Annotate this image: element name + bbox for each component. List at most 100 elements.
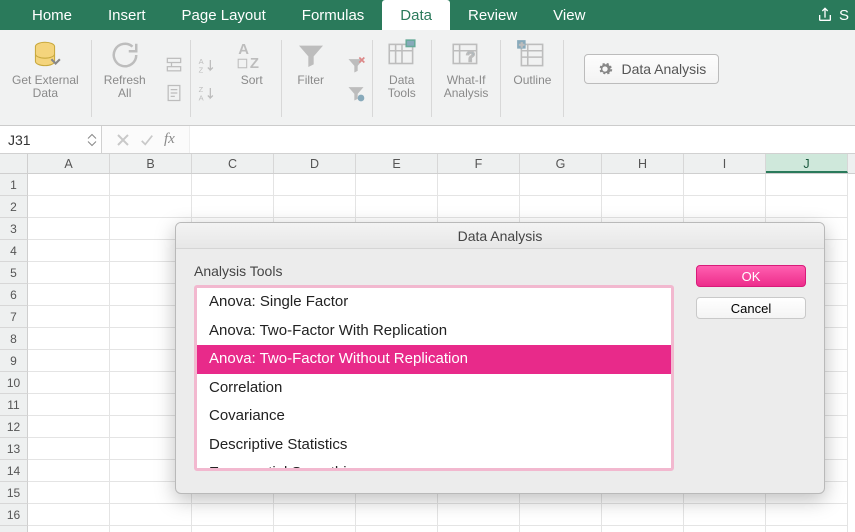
cell[interactable]	[110, 526, 192, 532]
cell[interactable]	[28, 526, 110, 532]
name-box[interactable]: J31	[0, 126, 102, 153]
tab-page-layout[interactable]: Page Layout	[164, 0, 284, 30]
row-header[interactable]: 13	[0, 438, 28, 460]
cell[interactable]	[356, 196, 438, 218]
column-header[interactable]: H	[602, 154, 684, 173]
cell[interactable]	[110, 504, 192, 526]
cell[interactable]	[28, 174, 110, 196]
chevron-up-icon[interactable]	[87, 133, 97, 140]
formula-input[interactable]	[189, 126, 855, 153]
cell[interactable]	[28, 372, 110, 394]
select-all-corner[interactable]	[0, 154, 28, 173]
outline-button[interactable]: + Outline	[509, 36, 555, 89]
cell[interactable]	[192, 196, 274, 218]
cell[interactable]	[28, 262, 110, 284]
cell[interactable]	[28, 284, 110, 306]
list-item[interactable]: Anova: Single Factor	[197, 288, 671, 317]
cell[interactable]	[684, 196, 766, 218]
properties-button[interactable]	[160, 81, 188, 105]
column-header[interactable]: B	[110, 154, 192, 173]
cell[interactable]	[602, 526, 684, 532]
tab-home[interactable]: Home	[14, 0, 90, 30]
list-item[interactable]: Anova: Two-Factor Without Replication	[197, 345, 671, 374]
cell[interactable]	[28, 196, 110, 218]
row-header[interactable]: 8	[0, 328, 28, 350]
cell[interactable]	[684, 174, 766, 196]
list-item[interactable]: Correlation	[197, 374, 671, 403]
cell[interactable]	[602, 174, 684, 196]
cell[interactable]	[28, 240, 110, 262]
tab-formulas[interactable]: Formulas	[284, 0, 383, 30]
column-header[interactable]: J	[766, 154, 848, 173]
accept-edit-icon[interactable]	[140, 133, 154, 147]
row-header[interactable]: 6	[0, 284, 28, 306]
cell[interactable]	[766, 526, 848, 532]
cell[interactable]	[766, 504, 848, 526]
data-analysis-button[interactable]: Data Analysis	[584, 54, 719, 84]
cell[interactable]	[28, 328, 110, 350]
sort-asc-button[interactable]: AZ	[193, 53, 221, 77]
share-button[interactable]: S	[817, 0, 849, 30]
cell[interactable]	[520, 526, 602, 532]
row-header[interactable]: 9	[0, 350, 28, 372]
advanced-filter-button[interactable]	[342, 81, 370, 105]
tab-review[interactable]: Review	[450, 0, 535, 30]
column-header[interactable]: G	[520, 154, 602, 173]
list-item[interactable]: Anova: Two-Factor With Replication	[197, 317, 671, 346]
cell[interactable]	[110, 196, 192, 218]
row-header[interactable]: 1	[0, 174, 28, 196]
row-header[interactable]: 12	[0, 416, 28, 438]
cell[interactable]	[28, 504, 110, 526]
list-item[interactable]: Covariance	[197, 402, 671, 431]
list-item[interactable]: Descriptive Statistics	[197, 431, 671, 460]
row-header[interactable]: 2	[0, 196, 28, 218]
column-header[interactable]: D	[274, 154, 356, 173]
sort-button[interactable]: AZ Sort	[231, 36, 273, 89]
cell[interactable]	[274, 526, 356, 532]
row-header[interactable]: 3	[0, 218, 28, 240]
column-header[interactable]: A	[28, 154, 110, 173]
cell[interactable]	[192, 504, 274, 526]
row-header[interactable]: 17	[0, 526, 28, 532]
row-header[interactable]: 4	[0, 240, 28, 262]
cell[interactable]	[684, 504, 766, 526]
fx-icon[interactable]: fx	[164, 131, 175, 148]
what-if-button[interactable]: ? What-If Analysis	[440, 36, 493, 102]
tab-insert[interactable]: Insert	[90, 0, 164, 30]
cell[interactable]	[520, 196, 602, 218]
cell[interactable]	[602, 196, 684, 218]
cell[interactable]	[438, 504, 520, 526]
cell[interactable]	[28, 460, 110, 482]
cell[interactable]	[28, 482, 110, 504]
cell[interactable]	[766, 174, 848, 196]
cell[interactable]	[28, 350, 110, 372]
filter-button[interactable]: Filter	[290, 36, 332, 89]
refresh-all-button[interactable]: Refresh All	[100, 36, 150, 102]
cell[interactable]	[520, 174, 602, 196]
sort-desc-button[interactable]: ZA	[193, 81, 221, 105]
column-header[interactable]: I	[684, 154, 766, 173]
cell[interactable]	[602, 504, 684, 526]
cell[interactable]	[356, 526, 438, 532]
cell[interactable]	[274, 174, 356, 196]
cell[interactable]	[438, 526, 520, 532]
cell[interactable]	[110, 174, 192, 196]
column-header[interactable]: C	[192, 154, 274, 173]
ok-button[interactable]: OK	[696, 265, 806, 287]
cancel-button[interactable]: Cancel	[696, 297, 806, 319]
analysis-tools-listbox[interactable]: Anova: Single FactorAnova: Two-Factor Wi…	[194, 285, 674, 471]
cell[interactable]	[274, 196, 356, 218]
cell[interactable]	[356, 174, 438, 196]
tab-data[interactable]: Data	[382, 0, 450, 30]
cell[interactable]	[520, 504, 602, 526]
row-header[interactable]: 16	[0, 504, 28, 526]
cell[interactable]	[28, 306, 110, 328]
cell[interactable]	[28, 394, 110, 416]
cell[interactable]	[684, 526, 766, 532]
cancel-edit-icon[interactable]	[116, 133, 130, 147]
connections-button[interactable]	[160, 53, 188, 77]
row-header[interactable]: 14	[0, 460, 28, 482]
chevron-down-icon[interactable]	[87, 140, 97, 147]
cell[interactable]	[192, 526, 274, 532]
list-item[interactable]: Exponential Smoothing	[197, 459, 671, 471]
